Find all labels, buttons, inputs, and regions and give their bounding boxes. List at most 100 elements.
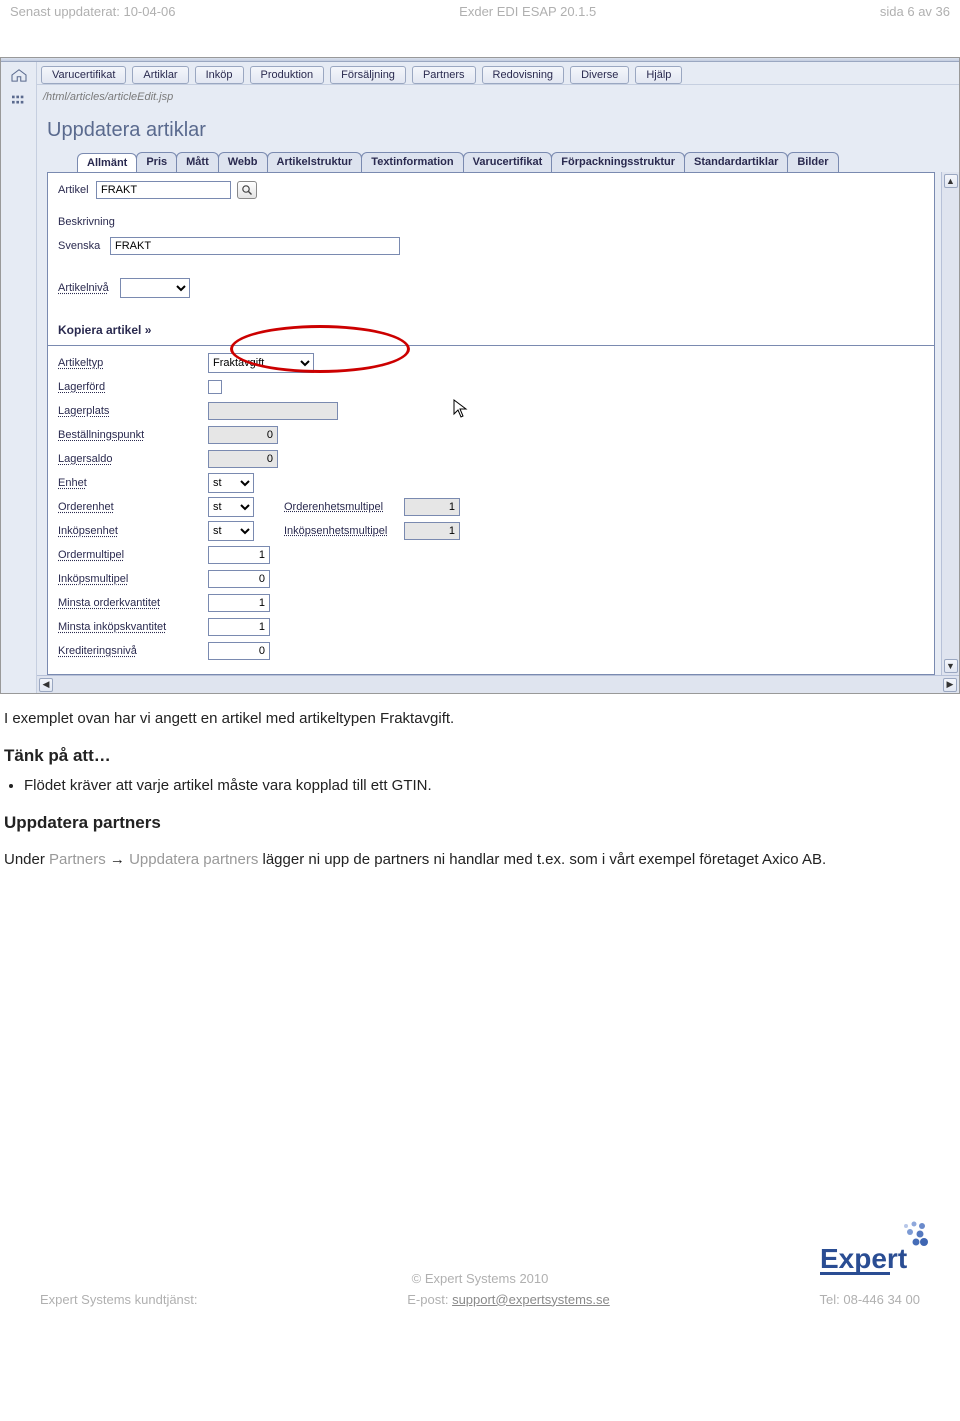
heading-think: Tänk på att…: [4, 745, 956, 768]
tab-allmant[interactable]: Allmänt: [77, 153, 137, 173]
tab-varucertifikat[interactable]: Varucertifikat: [463, 152, 553, 172]
artikeltyp-label: Artikeltyp: [58, 357, 208, 369]
krediteringsniva-label: Krediteringsnivå: [58, 645, 208, 657]
paragraph-1: I exemplet ovan har vi angett en artikel…: [4, 709, 956, 729]
footer-copyright: © Expert Systems 2010: [40, 1271, 920, 1286]
nav-uppdatera-partners: Uppdatera partners: [129, 851, 258, 868]
bestallningspunkt-input[interactable]: [208, 426, 278, 444]
p2-arrow: →: [106, 851, 129, 868]
lagersaldo-input[interactable]: [208, 450, 278, 468]
tab-bilder[interactable]: Bilder: [787, 152, 838, 172]
nav-partners: Partners: [49, 851, 106, 868]
home-icon[interactable]: [10, 68, 28, 87]
inkopsenhet-label: Inköpsenhet: [58, 525, 208, 537]
main-menu: Varucertifikat Artiklar Inköp Produktion…: [37, 62, 959, 85]
minsta-orderkv-label: Minsta orderkvantitet: [58, 597, 208, 609]
lagerplats-label: Lagerplats: [58, 405, 208, 417]
body-text: I exemplet ovan har vi angett en artikel…: [0, 709, 960, 871]
menu-hjalp[interactable]: Hjälp: [635, 66, 682, 84]
horizontal-scrollbar[interactable]: ◀ ▶: [37, 675, 959, 693]
artikeltyp-select[interactable]: Fraktavgift: [208, 353, 314, 373]
artikelniva-select[interactable]: [120, 278, 190, 298]
tab-textinformation[interactable]: Textinformation: [361, 152, 463, 172]
lagerplats-input[interactable]: [208, 402, 338, 420]
svenska-input[interactable]: [110, 237, 400, 255]
footer-left: Expert Systems kundtjänst:: [40, 1292, 198, 1307]
minsta-orderkv-input[interactable]: [208, 594, 270, 612]
scroll-right-icon[interactable]: ▶: [943, 678, 957, 692]
ordermultipel-label: Ordermultipel: [58, 549, 208, 561]
header-page: sida 6 av 36: [880, 4, 950, 19]
p2-prefix: Under: [4, 851, 49, 868]
tab-forpackningsstruktur[interactable]: Förpackningsstruktur: [551, 152, 685, 172]
menu-diverse[interactable]: Diverse: [570, 66, 629, 84]
heading-uppdatera: Uppdatera partners: [4, 812, 956, 835]
artikelniva-label: Artikelnivå: [58, 282, 120, 294]
artikel-input[interactable]: [96, 181, 231, 199]
copy-article-link[interactable]: Kopiera artikel »: [58, 315, 924, 339]
url-path: /html/articles/articleEdit.jsp: [37, 85, 959, 113]
lagerford-checkbox[interactable]: [208, 380, 222, 394]
bullet-1: Flödet kräver att varje artikel måste va…: [24, 776, 956, 796]
document-footer: Expert © Expert Systems 2010 Expert Syst…: [0, 1271, 960, 1317]
paragraph-2: Under Partners → Uppdatera partners lägg…: [4, 850, 956, 870]
scroll-left-icon[interactable]: ◀: [39, 678, 53, 692]
scroll-shell: Artikel Beskrivning Svenska: [37, 172, 959, 675]
minsta-inkopskv-input[interactable]: [208, 618, 270, 636]
divider: [48, 345, 934, 346]
footer-right: Tel: 08-446 34 00: [820, 1292, 920, 1307]
vertical-scrollbar[interactable]: ▲ ▼: [941, 172, 959, 675]
scroll-down-icon[interactable]: ▼: [944, 659, 958, 673]
tab-pris[interactable]: Pris: [136, 152, 177, 172]
menu-partners[interactable]: Partners: [412, 66, 476, 84]
svg-text:Expert: Expert: [820, 1243, 907, 1274]
header-updated: Senast uppdaterat: 10-04-06: [10, 4, 176, 19]
inkopsenhet-select[interactable]: st: [208, 521, 254, 541]
footer-center: E-post: support@expertsystems.se: [407, 1292, 610, 1307]
app-window: Varucertifikat Artiklar Inköp Produktion…: [1, 62, 959, 693]
inkopsenhetsmultipel-label: Inköpsenhetsmultipel: [284, 525, 404, 537]
tab-artikelstruktur[interactable]: Artikelstruktur: [267, 152, 363, 172]
enhet-label: Enhet: [58, 477, 208, 489]
tab-panel: Artikel Beskrivning Svenska: [47, 172, 935, 675]
ordermultipel-input[interactable]: [208, 546, 270, 564]
page-title: Uppdatera artiklar: [37, 113, 959, 152]
orderenhet-select[interactable]: st: [208, 497, 254, 517]
beskrivning-label: Beskrivning: [58, 216, 208, 228]
footer-email-prefix: E-post:: [407, 1292, 452, 1307]
menu-inkop[interactable]: Inköp: [195, 66, 244, 84]
menu-artiklar[interactable]: Artiklar: [132, 66, 188, 84]
search-icon[interactable]: [237, 181, 257, 199]
menu-varucertifikat[interactable]: Varucertifikat: [41, 66, 126, 84]
artikel-label: Artikel: [58, 184, 96, 196]
p2-mid: lägger ni upp de partners ni handlar med…: [258, 851, 826, 868]
expert-logo: Expert: [820, 1220, 930, 1281]
inkopsmultipel-label: Inköpsmultipel: [58, 573, 208, 585]
inkopsenhetsmultipel-input[interactable]: [404, 522, 460, 540]
enhet-select[interactable]: st: [208, 473, 254, 493]
krediteringsniva-input[interactable]: [208, 642, 270, 660]
inkopsmultipel-input[interactable]: [208, 570, 270, 588]
left-gutter: [1, 62, 37, 693]
tab-webb[interactable]: Webb: [218, 152, 268, 172]
orderenhetsmultipel-input[interactable]: [404, 498, 460, 516]
svenska-label: Svenska: [58, 240, 110, 252]
minsta-inkopskv-label: Minsta inköpskvantitet: [58, 621, 208, 633]
tab-matt[interactable]: Mått: [176, 152, 219, 172]
menu-forsaljning[interactable]: Försäljning: [330, 66, 406, 84]
grid-icon[interactable]: [10, 93, 28, 112]
orderenhet-label: Orderenhet: [58, 501, 208, 513]
app-screenshot: Varucertifikat Artiklar Inköp Produktion…: [0, 57, 960, 694]
footer-email-link[interactable]: support@expertsystems.se: [452, 1292, 610, 1307]
bestallningspunkt-label: Beställningspunkt: [58, 429, 208, 441]
lagerford-label: Lagerförd: [58, 381, 208, 393]
scroll-up-icon[interactable]: ▲: [944, 174, 958, 188]
document-header: Senast uppdaterat: 10-04-06 Exder EDI ES…: [0, 0, 960, 27]
lagersaldo-label: Lagersaldo: [58, 453, 208, 465]
orderenhetsmultipel-label: Orderenhetsmultipel: [284, 501, 404, 513]
tab-strip: Allmänt Pris Mått Webb Artikelstruktur T…: [37, 152, 959, 172]
header-title: Exder EDI ESAP 20.1.5: [459, 4, 596, 19]
menu-produktion[interactable]: Produktion: [250, 66, 325, 84]
menu-redovisning[interactable]: Redovisning: [482, 66, 565, 84]
tab-standardartiklar[interactable]: Standardartiklar: [684, 152, 788, 172]
